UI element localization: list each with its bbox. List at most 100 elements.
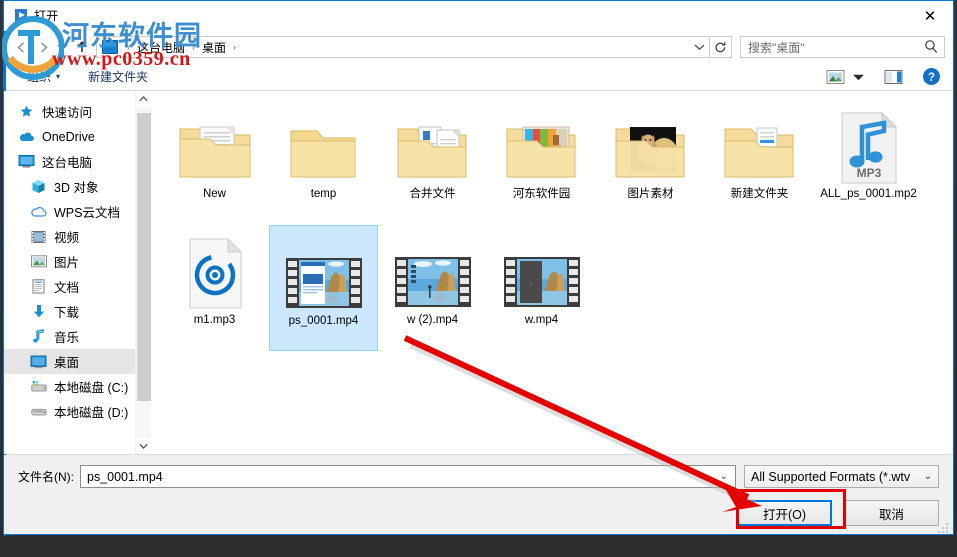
sidebar-item-desktop[interactable]: 桌面	[4, 349, 151, 374]
drive-icon	[30, 404, 47, 420]
system-drive-icon	[30, 379, 47, 395]
this-pc-icon	[18, 154, 35, 170]
sidebar-scrollbar[interactable]	[135, 91, 151, 454]
view-chevron-down-icon[interactable]	[849, 66, 867, 88]
sidebar-item-documents[interactable]: 文档	[4, 274, 151, 299]
file-item-w-2-mp4[interactable]: w (2).mp4	[378, 225, 487, 351]
video-doc-icon	[276, 232, 372, 312]
file-name: 新建文件夹	[730, 188, 789, 200]
close-icon[interactable]: ✕	[907, 1, 953, 31]
search-icon[interactable]	[924, 39, 938, 57]
scrollbar-thumb[interactable]	[136, 113, 151, 401]
sidebar-item-label: 快速访问	[42, 106, 93, 120]
folder-lines-icon	[712, 105, 808, 185]
media-file-icon	[167, 231, 263, 311]
file-name: New	[202, 188, 226, 200]
address-bar-row: › 这台电脑 › 桌面 › 搜索"桌面"	[4, 31, 953, 63]
file-item-all-ps-0001-mp2[interactable]: MP3 ALL_ps_0001.mp2	[814, 99, 923, 225]
open-button[interactable]: 打开(O)	[737, 500, 832, 526]
sidebar-item-this-pc[interactable]: 这台电脑	[4, 149, 151, 174]
file-item-image-assets[interactable]: 图片素材	[596, 99, 705, 225]
file-name: w (2).mp4	[406, 314, 459, 326]
music-icon	[30, 329, 47, 345]
sidebar-item-quick-access[interactable]: 快速访问	[4, 99, 151, 124]
sidebar-item-music[interactable]: 音乐	[4, 324, 151, 349]
breadcrumb-separator-0: ›	[127, 42, 130, 52]
breadcrumb-this-pc[interactable]: 这台电脑	[135, 39, 187, 56]
file-name: temp	[310, 188, 337, 200]
navigation-sidebar: 快速访问 OneDrive 这台电脑 3D 对象 WPS云文档 视频 图片 文档…	[4, 91, 152, 454]
sidebar-item-label: OneDrive	[42, 129, 95, 144]
breadcrumb-desktop[interactable]: 桌面	[200, 39, 228, 56]
scroll-down-chevron-down-icon[interactable]	[136, 438, 152, 454]
window-title: 打开	[34, 9, 59, 23]
folder-empty-icon	[276, 105, 372, 185]
up-arrow-icon[interactable]	[70, 36, 94, 58]
scrollbar-track[interactable]	[135, 107, 151, 438]
desktop-icon	[30, 354, 47, 370]
file-item-hedong-software[interactable]: 河东软件园	[487, 99, 596, 225]
back-arrow-icon[interactable]	[10, 36, 32, 58]
search-input[interactable]: 搜索"桌面"	[740, 36, 945, 58]
view-thumbnails-icon[interactable]	[821, 66, 849, 88]
file-item-w-mp4[interactable]: w.mp4	[487, 225, 596, 351]
scroll-up-chevron-up-icon[interactable]	[136, 91, 152, 107]
sidebar-item-label: 这台电脑	[42, 156, 93, 170]
cancel-button[interactable]: 取消	[844, 500, 939, 526]
folder-photo-icon	[603, 105, 699, 185]
file-name: 图片素材	[627, 188, 674, 200]
sidebar-item-3d-objects[interactable]: 3D 对象	[4, 174, 151, 199]
organize-button[interactable]: 组织 ▾	[20, 65, 67, 88]
sidebar-item-onedrive[interactable]: OneDrive	[4, 124, 151, 149]
filetype-chevron-down-icon[interactable]: ⌄	[924, 471, 932, 482]
file-name: m1.mp3	[193, 314, 236, 326]
sidebar-item-local-disk-c[interactable]: 本地磁盘 (C:)	[4, 374, 151, 399]
sidebar-item-downloads[interactable]: 下载	[4, 299, 151, 324]
address-dropdown-chevron-down-icon[interactable]	[694, 37, 705, 57]
filename-chevron-down-icon[interactable]: ⌄	[720, 471, 728, 482]
sidebar-item-pictures[interactable]: 图片	[4, 249, 151, 274]
3d-objects-icon	[30, 179, 47, 195]
sidebar-item-label: 图片	[54, 256, 80, 270]
chevron-down-icon: ▾	[56, 72, 61, 81]
open-file-dialog: 打开 ✕ › 这台电脑 › 桌面 › 搜索"桌面" 组织 ▾ 新建文件夹 ? 快…	[3, 0, 954, 536]
new-folder-label: 新建文件夹	[88, 70, 149, 84]
filename-row: 文件名(N): ps_0001.mp4 ⌄ All Supported Form…	[18, 465, 939, 488]
preview-pane-icon[interactable]	[879, 66, 907, 88]
sidebar-item-label: 本地磁盘 (D:)	[54, 406, 129, 420]
toolbar: 组织 ▾ 新建文件夹 ?	[4, 63, 953, 91]
breadcrumb-separator-1: ›	[192, 42, 196, 52]
sidebar-item-label: 3D 对象	[54, 181, 99, 195]
sidebar-item-label: 本地磁盘 (C:)	[54, 381, 129, 395]
breadcrumb-separator-2[interactable]: ›	[228, 42, 241, 52]
file-item-new-folder[interactable]: 新建文件夹	[705, 99, 814, 225]
sidebar-list: 快速访问 OneDrive 这台电脑 3D 对象 WPS云文档 视频 图片 文档…	[4, 91, 151, 424]
forward-arrow-icon[interactable]	[32, 36, 54, 58]
sidebar-item-videos[interactable]: 视频	[4, 224, 151, 249]
dialog-buttons: 打开(O) 取消	[18, 500, 939, 526]
videos-icon	[30, 229, 47, 245]
resize-grip[interactable]	[938, 520, 950, 533]
file-name: ps_0001.mp4	[288, 315, 359, 327]
file-item-new[interactable]: New	[160, 99, 269, 225]
video-dark-icon	[494, 231, 590, 311]
filetype-select[interactable]: All Supported Formats (*.wtv ⌄	[744, 465, 939, 488]
refresh-icon[interactable]	[710, 36, 732, 58]
sidebar-item-local-disk-d[interactable]: 本地磁盘 (D:)	[4, 399, 151, 424]
pictures-icon	[30, 254, 47, 270]
address-bar[interactable]: › 这台电脑 › 桌面 ›	[96, 36, 710, 58]
file-item-merge-files[interactable]: 合并文件	[378, 99, 487, 225]
file-item-temp[interactable]: temp	[269, 99, 378, 225]
sidebar-item-wps-cloud[interactable]: WPS云文档	[4, 199, 151, 224]
recent-locations-chevron-down-icon[interactable]	[54, 36, 70, 58]
file-name: ALL_ps_0001.mp2	[820, 188, 917, 200]
filename-input[interactable]: ps_0001.mp4 ⌄	[80, 465, 736, 488]
new-folder-button[interactable]: 新建文件夹	[81, 65, 155, 88]
screen: 打开 ✕ › 这台电脑 › 桌面 › 搜索"桌面" 组织 ▾ 新建文件夹 ? 快…	[0, 0, 957, 557]
sidebar-item-label: 桌面	[54, 356, 80, 370]
organize-label: 组织	[27, 70, 52, 84]
file-item-m1-mp3[interactable]: m1.mp3	[160, 225, 269, 351]
help-icon[interactable]: ?	[917, 66, 945, 88]
file-list-view[interactable]: New temp 合并文件 河东软件园 图片素材 新建文件夹 MP3 ALL_p…	[152, 91, 953, 454]
file-item-ps-0001-mp4[interactable]: ps_0001.mp4	[269, 225, 378, 351]
